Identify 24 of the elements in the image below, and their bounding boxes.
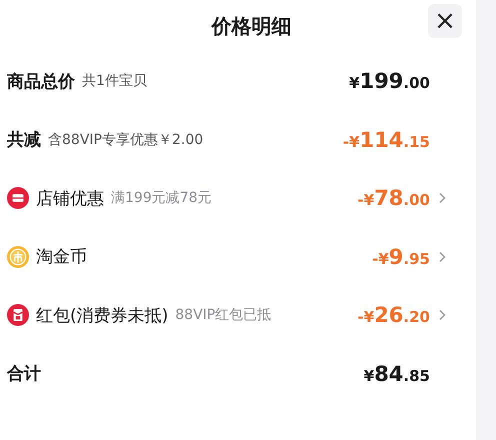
- row-label: 淘金币: [36, 246, 87, 268]
- amount-text: -¥114.15: [342, 128, 430, 152]
- panel-title: 价格明细: [212, 12, 292, 40]
- row-label: 合计: [7, 363, 41, 386]
- envelope-icon: [7, 304, 29, 326]
- shop-icon: [7, 187, 29, 210]
- row-note: 共1件宝贝: [82, 72, 147, 90]
- chevron-icon[interactable]: [438, 192, 446, 204]
- chevron-icon[interactable]: [438, 309, 446, 322]
- close-button[interactable]: ×: [428, 4, 462, 38]
- amount-text: -¥78.00: [358, 186, 430, 210]
- row-note: 88VIP红包已抵: [175, 306, 272, 324]
- amount-text: ¥84.85: [364, 362, 430, 386]
- amount-text: -¥9.95: [372, 244, 430, 269]
- row-label: 商品总价: [7, 70, 75, 93]
- row-label: 店铺优惠: [36, 188, 104, 210]
- row-note: 含88VIP专享优惠￥2.00: [48, 130, 204, 149]
- chevron-icon[interactable]: [438, 250, 446, 263]
- row-label: 共减: [7, 129, 41, 152]
- coin-icon: [7, 246, 29, 268]
- amount-text: -¥26.20: [358, 303, 430, 328]
- row-note: 满199元减78元: [111, 189, 212, 208]
- amount-text: ¥199.00: [349, 69, 430, 94]
- row-label: 红包(消费券未抵): [36, 304, 168, 327]
